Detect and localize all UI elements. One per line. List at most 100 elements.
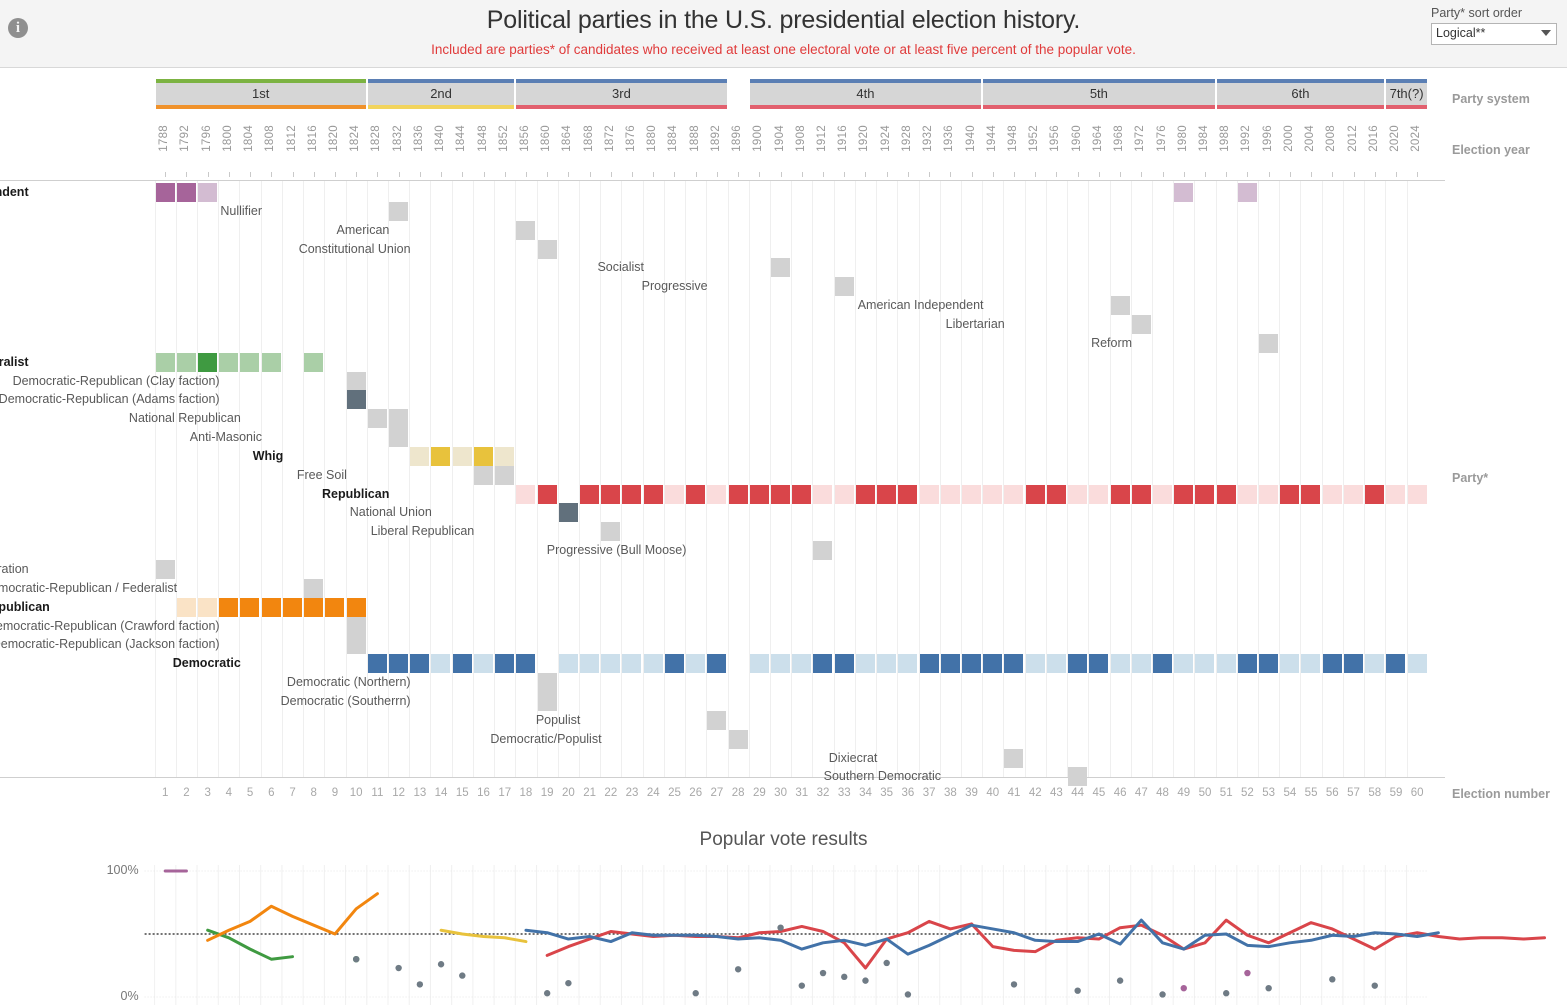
chart-data-point[interactable] (416, 981, 424, 988)
party-election-cell[interactable] (1089, 484, 1109, 504)
party-election-cell[interactable] (1386, 484, 1406, 504)
chart-data-point[interactable] (819, 969, 827, 977)
chart-data-point[interactable] (543, 990, 551, 997)
party-election-cell[interactable] (1110, 654, 1130, 674)
party-system-block[interactable]: 7th(?) (1385, 79, 1428, 109)
party-election-cell[interactable] (1131, 484, 1151, 504)
chart-data-point[interactable] (734, 966, 742, 973)
party-label[interactable]: Constitutional Union (299, 240, 411, 259)
party-label[interactable]: Southern Democratic (824, 767, 941, 786)
party-election-cell[interactable] (516, 654, 536, 674)
chart-data-point[interactable] (1116, 977, 1124, 984)
party-election-cell[interactable] (1174, 654, 1194, 674)
party-election-cell[interactable] (1280, 484, 1300, 504)
party-label[interactable]: Anti-Administration (0, 560, 29, 579)
chart-data-point[interactable] (1223, 990, 1230, 997)
party-election-cell[interactable] (1046, 484, 1066, 504)
party-election-cell[interactable] (707, 710, 727, 730)
party-election-cell[interactable] (410, 446, 430, 466)
party-election-cell[interactable] (155, 183, 175, 202)
party-election-cell[interactable] (707, 654, 727, 674)
party-election-cell[interactable] (1131, 654, 1151, 674)
party-election-cell[interactable] (1068, 767, 1088, 787)
party-label[interactable]: Democratic-Republican (Adams faction) (0, 390, 220, 409)
party-election-cell[interactable] (1195, 654, 1215, 674)
party-system-block[interactable]: 4th (748, 79, 983, 109)
party-election-cell[interactable] (643, 654, 663, 674)
party-election-cell[interactable] (389, 201, 409, 221)
party-election-cell[interactable] (728, 484, 748, 504)
party-election-cell[interactable] (855, 484, 875, 504)
party-election-cell[interactable] (219, 352, 239, 372)
chart-data-point[interactable] (1074, 987, 1081, 994)
party-election-cell[interactable] (473, 465, 493, 485)
chart-data-point[interactable] (459, 972, 466, 979)
chart-data-point[interactable] (862, 977, 869, 984)
party-election-cell[interactable] (664, 654, 684, 674)
party-election-cell[interactable] (1343, 484, 1363, 504)
party-election-cell[interactable] (367, 654, 387, 674)
party-election-cell[interactable] (961, 654, 981, 674)
party-election-cell[interactable] (1004, 654, 1024, 674)
party-election-cell[interactable] (1046, 654, 1066, 674)
party-election-cell[interactable] (919, 654, 939, 674)
party-election-cell[interactable] (749, 484, 769, 504)
chart-data-point[interactable] (692, 990, 699, 997)
party-election-cell[interactable] (983, 654, 1003, 674)
party-election-cell[interactable] (983, 484, 1003, 504)
party-election-cell[interactable] (792, 484, 812, 504)
party-label[interactable]: Dixiecrat (829, 749, 878, 768)
party-election-cell[interactable] (1407, 484, 1427, 504)
party-election-cell[interactable] (940, 484, 960, 504)
party-label[interactable]: Liberal Republican (371, 522, 475, 541)
party-election-cell[interactable] (155, 560, 175, 579)
chart-data-point[interactable] (883, 959, 890, 967)
party-election-cell[interactable] (473, 654, 493, 674)
party-election-cell[interactable] (898, 654, 918, 674)
party-election-cell[interactable] (219, 597, 239, 617)
party-election-cell[interactable] (898, 484, 918, 504)
party-label[interactable]: Republican (322, 485, 389, 504)
party-election-cell[interactable] (834, 277, 854, 297)
party-election-cell[interactable] (1216, 484, 1236, 504)
party-election-cell[interactable] (240, 352, 260, 372)
party-election-cell[interactable] (770, 654, 790, 674)
party-election-cell[interactable] (176, 352, 196, 372)
party-label[interactable]: Democratic (173, 654, 241, 673)
party-election-cell[interactable] (1322, 654, 1342, 674)
party-election-cell[interactable] (1237, 484, 1257, 504)
party-election-cell[interactable] (495, 654, 515, 674)
party-election-cell[interactable] (877, 484, 897, 504)
party-election-cell[interactable] (1237, 654, 1257, 674)
party-election-cell[interactable] (1259, 654, 1279, 674)
sort-order-select[interactable]: Logical** (1431, 23, 1557, 45)
chart-data-point[interactable] (395, 964, 402, 972)
chart-data-point[interactable] (1180, 984, 1187, 992)
party-election-cell[interactable] (1301, 654, 1321, 674)
party-label[interactable]: Democratic-Republican (Crawford faction) (0, 617, 220, 636)
party-label[interactable]: Democratic (Southerrn) (281, 692, 411, 711)
party-election-cell[interactable] (877, 654, 897, 674)
party-label[interactable]: Socialist (597, 258, 644, 277)
party-election-cell[interactable] (1386, 654, 1406, 674)
party-election-cell[interactable] (452, 446, 472, 466)
party-label[interactable]: National Republican (129, 409, 241, 428)
chart-data-point[interactable] (1159, 991, 1166, 998)
party-election-cell[interactable] (1068, 654, 1088, 674)
party-system-block[interactable]: 3rd (515, 79, 728, 109)
party-election-cell[interactable] (728, 729, 748, 749)
party-election-cell[interactable] (1301, 484, 1321, 504)
chart-data-point[interactable] (904, 991, 912, 998)
party-election-cell[interactable] (155, 352, 175, 372)
party-election-cell[interactable] (367, 409, 387, 429)
chart-series-line[interactable] (439, 928, 528, 944)
party-election-cell[interactable] (198, 183, 218, 202)
party-label[interactable]: Reform (1091, 334, 1132, 353)
party-election-cell[interactable] (325, 597, 345, 617)
party-election-cell[interactable] (813, 484, 833, 504)
chart-data-point[interactable] (565, 979, 572, 987)
party-election-cell[interactable] (1174, 183, 1194, 202)
party-election-cell[interactable] (1195, 484, 1215, 504)
party-label[interactable]: Democratic-Republican (0, 598, 50, 617)
party-election-cell[interactable] (664, 484, 684, 504)
